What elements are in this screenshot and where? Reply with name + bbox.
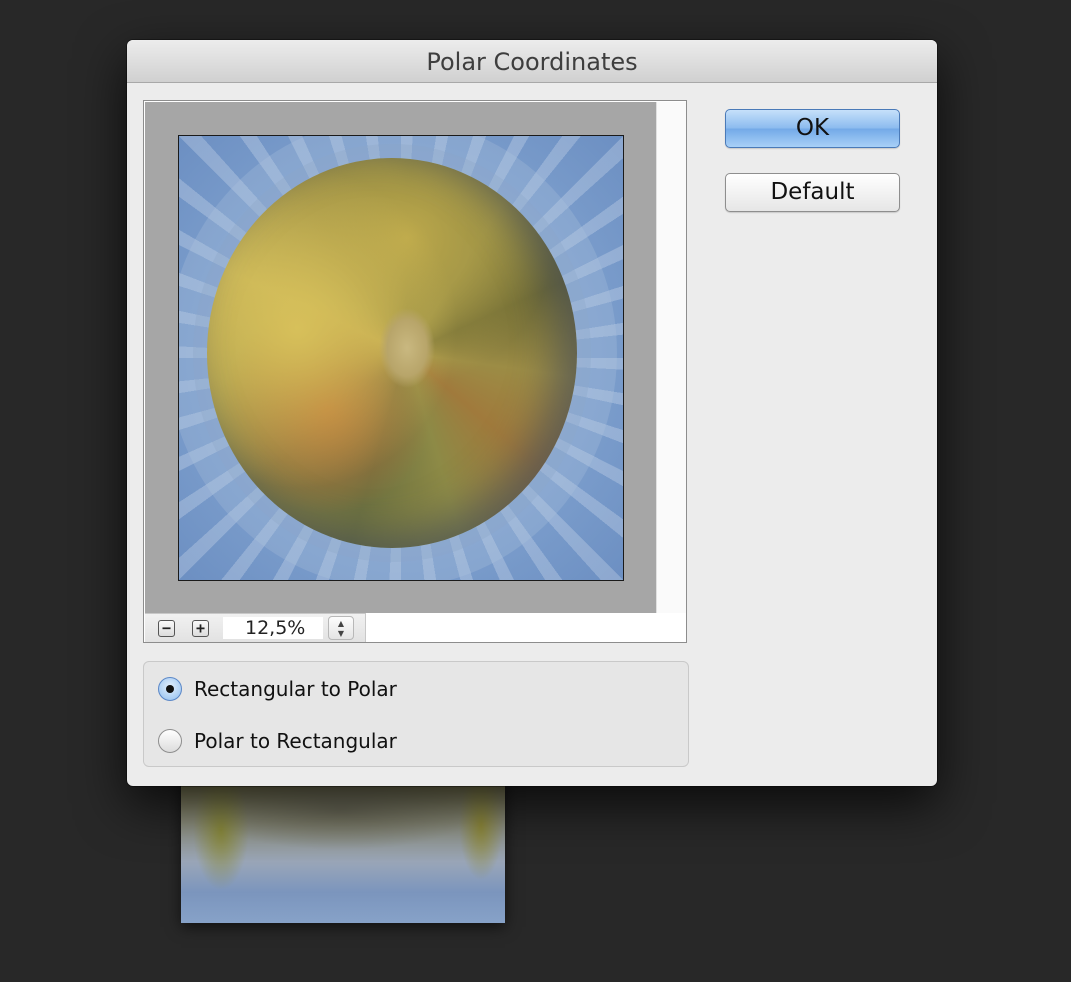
- conversion-options-group: Rectangular to Polar Polar to Rectangula…: [143, 661, 689, 767]
- zoom-out-icon[interactable]: −: [158, 620, 175, 637]
- polar-effect-planet: [207, 158, 577, 548]
- zoom-stepper-icon[interactable]: ▲ ▼: [328, 616, 354, 640]
- vertical-scrollbar[interactable]: [656, 102, 686, 613]
- polar-coordinates-dialog: Polar Coordinates − + 12,5% ▲ ▼ Rectangul…: [127, 40, 937, 786]
- preview-canvas[interactable]: [145, 102, 656, 613]
- option-rectangular-to-polar[interactable]: Rectangular to Polar: [158, 674, 397, 704]
- dialog-title: Polar Coordinates: [127, 40, 937, 83]
- preview-panel: − + 12,5% ▲ ▼: [143, 100, 687, 643]
- option-polar-to-rectangular[interactable]: Polar to Rectangular: [158, 726, 397, 756]
- default-button[interactable]: Default: [725, 173, 900, 212]
- option-label[interactable]: Polar to Rectangular: [194, 729, 397, 753]
- zoom-level-field[interactable]: 12,5%: [223, 617, 323, 639]
- zoom-controls: − + 12,5% ▲ ▼: [145, 613, 366, 642]
- radio-button-checked[interactable]: [158, 677, 182, 701]
- zoom-in-icon[interactable]: +: [192, 620, 209, 637]
- preview-image[interactable]: [178, 135, 624, 581]
- option-label[interactable]: Rectangular to Polar: [194, 677, 397, 701]
- radio-button-unchecked[interactable]: [158, 729, 182, 753]
- background-document-image: [181, 770, 505, 923]
- radio-dot-icon: [166, 685, 174, 693]
- ok-button[interactable]: OK: [725, 109, 900, 148]
